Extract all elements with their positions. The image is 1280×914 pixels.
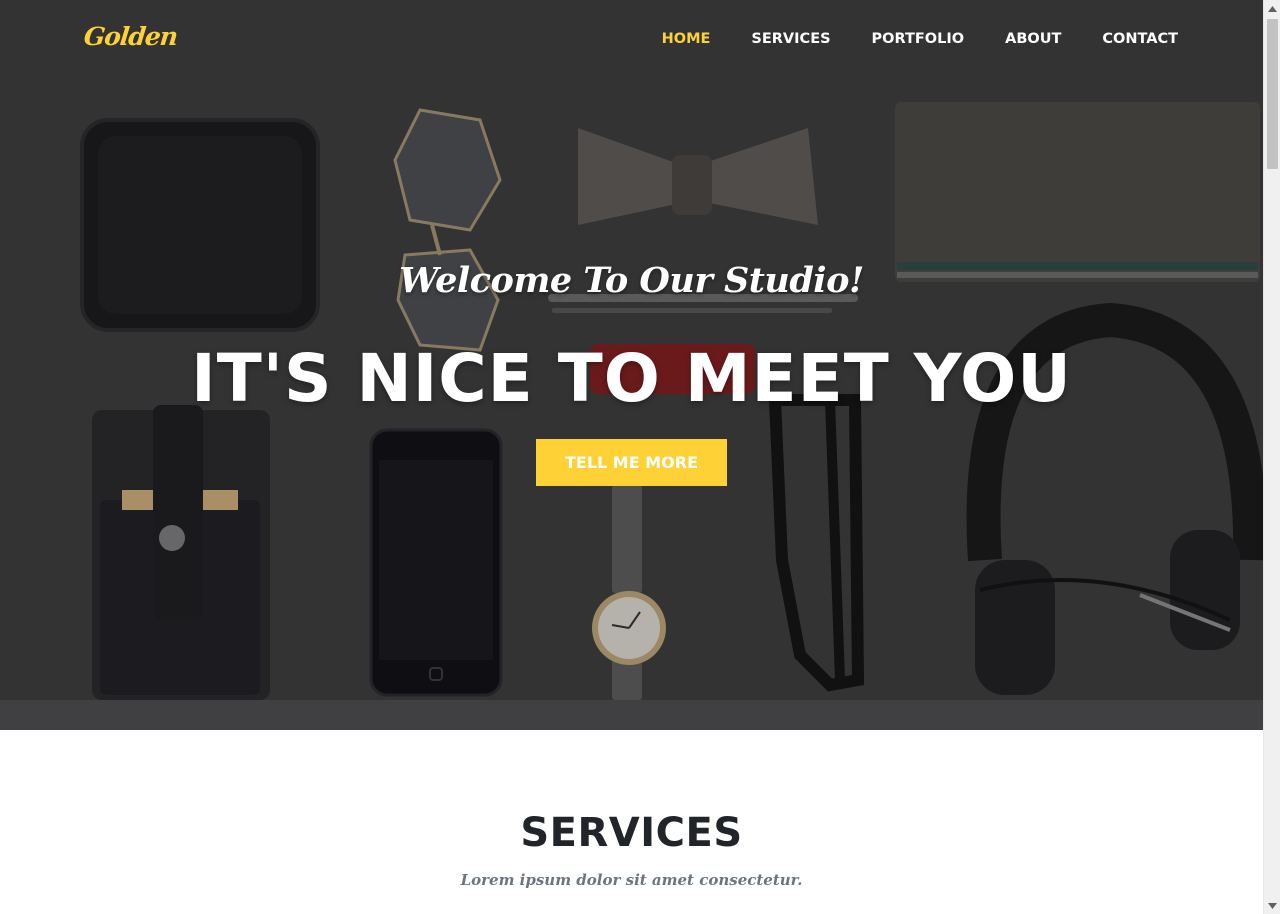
services-subheading: Lorem ipsum dolor sit amet consectetur. (460, 871, 803, 889)
scrollbar-thumb[interactable] (1267, 19, 1278, 169)
services-heading: SERVICES (520, 810, 743, 856)
hero-bottom-strip (0, 700, 1263, 730)
hero-lead-text: Welcome To Our Studio! (399, 260, 864, 301)
nav-link-services[interactable]: SERVICES (751, 31, 830, 47)
tell-me-more-button[interactable]: TELL ME MORE (536, 439, 727, 486)
page: Golden HOME SERVICES PORTFOLIO ABOUT CON… (0, 0, 1263, 914)
main-navbar: Golden HOME SERVICES PORTFOLIO ABOUT CON… (0, 0, 1263, 80)
hero-heading: IT'S NICE TO MEET YOU (191, 340, 1072, 417)
nav-link-portfolio[interactable]: PORTFOLIO (872, 31, 965, 47)
nav-item-contact: CONTACT (1102, 31, 1178, 47)
nav-link-contact[interactable]: CONTACT (1102, 31, 1178, 47)
vertical-scrollbar[interactable] (1263, 0, 1280, 914)
nav-item-services: SERVICES (751, 31, 830, 47)
nav-item-about: ABOUT (1005, 31, 1061, 47)
nav-link-home[interactable]: HOME (662, 31, 711, 47)
nav-item-portfolio: PORTFOLIO (872, 31, 965, 47)
nav-link-about[interactable]: ABOUT (1005, 31, 1061, 47)
nav-item-home: HOME (662, 31, 711, 47)
brand-logo[interactable]: Golden (82, 22, 178, 51)
scroll-up-arrow-icon[interactable] (1264, 0, 1280, 17)
hero-section: Golden HOME SERVICES PORTFOLIO ABOUT CON… (0, 0, 1263, 730)
scroll-down-arrow-icon[interactable] (1264, 897, 1280, 914)
nav-menu: HOME SERVICES PORTFOLIO ABOUT CONTACT (621, 31, 1178, 47)
